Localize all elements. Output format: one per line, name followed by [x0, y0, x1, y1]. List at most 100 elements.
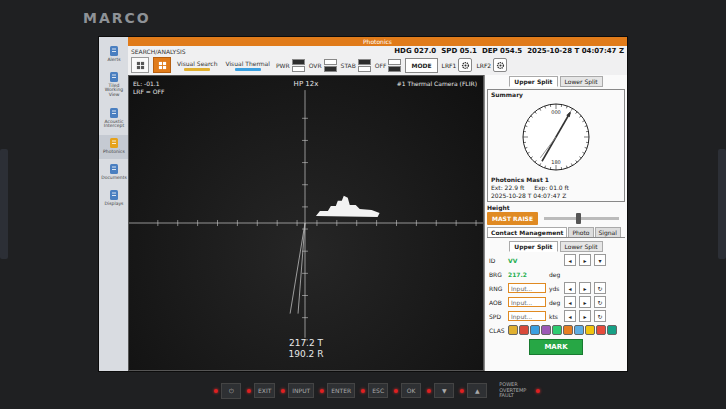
switch-off-box	[292, 66, 305, 72]
grid-icon	[158, 61, 167, 70]
mast-extension: Ext: 22.9 ftExp: 01.0 ft	[491, 184, 621, 191]
compass-icon: 000180	[518, 99, 594, 175]
class-chip[interactable]	[574, 325, 584, 335]
bezel-button[interactable]: ESC	[368, 383, 388, 398]
split-tab[interactable]: Lower Split	[560, 241, 603, 252]
class-chip[interactable]	[508, 325, 518, 335]
mode-button[interactable]: MODE	[405, 58, 437, 73]
panel-tab[interactable]: Lower Split	[560, 76, 603, 87]
class-chip[interactable]	[519, 325, 529, 335]
contact-field: AOBdeg◂▸↻	[489, 296, 623, 308]
class-chip[interactable]	[530, 325, 540, 335]
split-tab[interactable]: Upper Split	[509, 241, 557, 252]
bezel-button[interactable]: OK	[401, 383, 421, 398]
field-button[interactable]: ◂	[564, 296, 576, 308]
field-button[interactable]: ▸	[579, 282, 591, 294]
bezel-button[interactable]: ▼	[434, 383, 454, 398]
lrf-settings-button[interactable]	[493, 58, 507, 72]
sidebar-item[interactable]: Alerts	[99, 43, 128, 67]
bezel-button-group: INPUT	[281, 383, 314, 398]
field-button[interactable]: ↻	[594, 310, 606, 322]
field-button[interactable]: ↻	[594, 296, 606, 308]
bezel-button[interactable]: ENTER	[327, 383, 355, 398]
panel-tab[interactable]: Upper Split	[509, 76, 557, 87]
sidebar-item[interactable]: Photonics	[99, 135, 128, 159]
field-label: ID	[489, 257, 505, 264]
field-label: BRG	[489, 271, 505, 278]
switch-off-box	[358, 66, 371, 72]
summary-card: Summary000180Photonics Mast 1Ext: 22.9 f…	[487, 89, 625, 202]
field-button[interactable]: ↻	[594, 282, 606, 294]
lrf-settings-button[interactable]	[458, 58, 472, 72]
field-button[interactable]: ▸	[579, 310, 591, 322]
switch-boxes	[324, 59, 337, 72]
class-chip[interactable]	[596, 325, 606, 335]
mast-raise-button[interactable]: MAST RAISE	[487, 212, 538, 225]
contact-tab[interactable]: Photo	[568, 227, 593, 237]
sidebar-item[interactable]: Acoustic Intercept	[99, 105, 128, 133]
field-value: 217.2	[508, 271, 546, 278]
view-button[interactable]	[153, 57, 171, 73]
field-button[interactable]: ◂	[564, 310, 576, 322]
bezel-button-group: ⏻	[214, 383, 241, 399]
sensor-mode-button[interactable]: Visual Search	[175, 60, 219, 71]
switch-on-box	[358, 59, 371, 65]
view-button[interactable]	[131, 57, 149, 73]
switch-on-box	[324, 59, 337, 65]
field-button[interactable]: ▸	[579, 296, 591, 308]
toggle-switch[interactable]: OFF	[375, 59, 402, 72]
toggle-switch[interactable]: STAB	[341, 59, 371, 72]
class-chip[interactable]	[607, 325, 617, 335]
switch-boxes	[292, 59, 305, 72]
mark-button[interactable]: MARK	[529, 339, 582, 355]
panel-tabs: Upper SplitLower Split	[487, 76, 625, 87]
field-button[interactable]: ◂	[564, 254, 576, 266]
top-bezel: MARCO	[0, 0, 726, 36]
toggle-switch[interactable]: PWR	[276, 59, 305, 72]
slider-thumb[interactable]	[576, 213, 581, 224]
switch-boxes	[358, 59, 371, 72]
height-slider[interactable]	[544, 217, 619, 220]
field-button[interactable]: ▾	[594, 254, 606, 266]
field-input[interactable]	[508, 297, 546, 307]
app-icon	[108, 189, 120, 201]
bezel-button[interactable]: EXIT	[254, 383, 275, 398]
app-icon	[108, 45, 120, 57]
field-label: AOB	[489, 299, 505, 306]
classification-row: CLAS	[489, 324, 623, 336]
sidebar-item[interactable]: Documents	[99, 161, 128, 185]
led-indicator	[361, 389, 365, 393]
class-chip[interactable]	[585, 325, 595, 335]
class-chip[interactable]	[563, 325, 573, 335]
class-chip[interactable]	[541, 325, 551, 335]
contact-tab[interactable]: Contact Management	[487, 227, 567, 237]
sidebar-label: Displays	[100, 201, 127, 206]
field-input[interactable]	[508, 311, 546, 321]
ext-value: Ext: 22.9 ft	[491, 184, 524, 191]
toggle-switch[interactable]: OVR	[309, 59, 337, 72]
app-icon	[108, 71, 120, 83]
class-chip[interactable]	[552, 325, 562, 335]
bezel-button-group: OK	[394, 383, 421, 398]
bezel-button-group: ENTER	[320, 383, 355, 398]
bezel-button[interactable]: INPUT	[288, 383, 314, 398]
field-button[interactable]: ◂	[564, 282, 576, 294]
right-bezel	[628, 36, 726, 372]
sensor-mode-button[interactable]: Visual Thermal	[223, 60, 272, 71]
field-input[interactable]	[508, 283, 546, 293]
field-unit: yds	[549, 285, 561, 292]
lrf-readout: LRF = OFF	[133, 88, 164, 95]
monitor-body: AlertsTiled Working ViewAcoustic Interce…	[0, 36, 726, 372]
contact-tab[interactable]: Signal	[595, 227, 621, 237]
switch-boxes	[388, 59, 401, 72]
bezel-button[interactable]: ▲	[467, 383, 487, 398]
bezel-button[interactable]: ⏻	[221, 383, 241, 399]
nav-status: HDG 027.0SPD 05.1DEP 054.52025-10-28 T 0…	[394, 47, 624, 55]
field-button[interactable]: ▸	[579, 254, 591, 266]
switch-off-box	[388, 66, 401, 72]
sidebar-item[interactable]: Displays	[99, 187, 128, 211]
led-indicator	[281, 389, 285, 393]
switch-on-box	[388, 59, 401, 65]
sidebar-item[interactable]: Tiled Working View	[99, 69, 128, 103]
grid-icon	[136, 61, 145, 70]
